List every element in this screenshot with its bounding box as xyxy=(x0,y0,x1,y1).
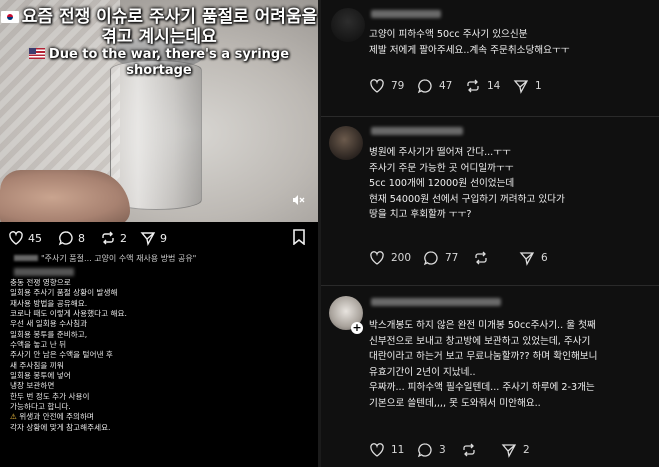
like-count: 200 xyxy=(391,252,412,264)
send-icon xyxy=(513,80,529,94)
repost-icon xyxy=(463,443,475,457)
post-actions: 200 77 6 xyxy=(369,248,649,268)
repost-icon xyxy=(102,231,114,245)
bookmark-icon[interactable] xyxy=(292,229,306,245)
body-line: 우선 새 일회용 수사침과 xyxy=(10,319,88,329)
like-button[interactable]: 45 xyxy=(8,224,42,252)
blurred-author-name xyxy=(14,268,74,276)
follow-plus-icon[interactable]: + xyxy=(351,322,363,334)
video-caption-english: Due to the war, there's a syringe shorta… xyxy=(0,47,318,79)
comment-button[interactable]: 3 xyxy=(417,440,446,460)
heart-icon xyxy=(9,231,23,245)
repost-icon xyxy=(467,79,479,93)
repost-button[interactable] xyxy=(473,248,495,268)
repost-icon xyxy=(475,251,487,265)
korea-flag-icon xyxy=(0,11,19,23)
share-count: 2 xyxy=(523,444,530,456)
body-line: 가능하다고 합니다. xyxy=(10,402,71,412)
post-body: 충동 전쟁 영향으로 일회용 주사기 품절 상황이 발생해 재사용 방법을 공유… xyxy=(10,278,310,433)
video-caption-korean: 요즘 전쟁 이슈로 주사기 품절로 어려움을 겪고 계시는데요 xyxy=(0,7,318,47)
comment-count: 8 xyxy=(78,231,85,245)
body-line: 재사용 방법을 공유해요. xyxy=(10,298,88,308)
body-line: 주사기 안 남은 수액을 털어낸 후 xyxy=(10,350,113,360)
comment-count: 47 xyxy=(439,80,453,92)
send-icon xyxy=(140,232,156,246)
post-actions: 11 3 2 xyxy=(369,440,649,460)
comment-post: + 박스개봉도 하지 않은 완전 미개봉 50cc주사기.. 울 첫째 신부전으… xyxy=(321,286,659,467)
speaker-muted-icon[interactable] xyxy=(290,193,306,209)
share-button[interactable]: 1 xyxy=(513,76,542,96)
syringe-image xyxy=(110,60,202,210)
share-count: 9 xyxy=(160,231,167,245)
reply-preview[interactable]: "주사기 품절... 고양이 수액 재사용 방법 공유" xyxy=(14,251,304,265)
comment-post: 병원에 주사기가 떨어져 간다...ㅜㅜ 주사기 주문 가능한 곳 어디일까ㅜㅜ… xyxy=(321,118,659,286)
comment-icon xyxy=(423,251,438,266)
body-line: 코로나 때도 이렇게 사용했다고 해요. xyxy=(10,309,127,319)
send-icon xyxy=(519,252,535,266)
body-line: 충동 전쟁 영향으로 xyxy=(10,278,71,287)
like-button[interactable]: 200 xyxy=(369,248,411,268)
blurred-username xyxy=(371,298,501,306)
repost-count: 14 xyxy=(487,80,501,92)
blurred-username xyxy=(371,10,441,18)
share-button[interactable]: 6 xyxy=(519,248,548,268)
post-text: 병원에 주사기가 떨어져 간다...ㅜㅜ 주사기 주문 가능한 곳 어디일까ㅜㅜ… xyxy=(369,147,565,220)
body-line: 각자 상황에 맞게 참고해주세요. xyxy=(10,422,111,432)
avatar[interactable] xyxy=(331,8,365,42)
share-count: 1 xyxy=(535,80,542,92)
post-text: 박스개봉도 하지 않은 완전 미개봉 50cc주사기.. 울 첫째 신부전으로 … xyxy=(369,320,598,409)
like-count: 45 xyxy=(28,231,42,245)
blurred-username xyxy=(371,127,463,135)
repost-count: 2 xyxy=(120,231,127,245)
hand-image xyxy=(0,170,130,222)
send-icon xyxy=(501,444,517,458)
video-player[interactable]: 요즘 전쟁 이슈로 주사기 품절로 어려움을 겪고 계시는데요 Due to t… xyxy=(0,0,318,222)
us-flag-icon xyxy=(28,48,45,59)
share-button[interactable]: 2 xyxy=(501,440,530,460)
like-button[interactable]: 11 xyxy=(369,440,404,460)
left-post-panel: 요즘 전쟁 이슈로 주사기 품절로 어려움을 겪고 계시는데요 Due to t… xyxy=(0,0,318,467)
body-line: 수액을 놓고 난 뒤 xyxy=(10,340,67,350)
heart-icon xyxy=(370,79,384,93)
comment-button[interactable]: 8 xyxy=(58,224,85,252)
body-line: ⚠ 위생과 안전에 주의하며 xyxy=(10,412,94,422)
avatar[interactable] xyxy=(329,126,363,160)
comment-icon xyxy=(417,443,432,458)
divider xyxy=(321,116,659,117)
like-button[interactable]: 79 xyxy=(369,76,404,96)
like-count: 11 xyxy=(391,444,405,456)
body-line: 냉장 보관하면 xyxy=(10,381,55,391)
body-line: 한두 번 정도 추가 사용이 xyxy=(10,391,90,401)
heart-icon xyxy=(370,443,384,457)
warning-icon: ⚠ xyxy=(10,412,17,422)
comment-count: 77 xyxy=(445,252,459,264)
post-text: 고양이 피하수액 50cc 주사기 있으신분 제발 저에게 팔아주세요..계속 … xyxy=(369,29,570,56)
repost-button[interactable]: 2 xyxy=(100,224,127,252)
comment-post: 고양이 피하수액 50cc 주사기 있으신분 제발 저에게 팔아주세요..계속 … xyxy=(321,0,659,118)
left-action-bar: 45 8 2 9 xyxy=(0,224,318,252)
comment-count: 3 xyxy=(439,444,446,456)
comment-icon xyxy=(417,79,432,94)
post-actions: 79 47 14 1 xyxy=(369,76,649,96)
body-line: 새 주사침을 끼워 xyxy=(10,360,64,370)
like-count: 79 xyxy=(391,80,405,92)
share-button[interactable]: 9 xyxy=(140,224,167,252)
reply-preview-text: "주사기 품절... 고양이 수액 재사용 방법 공유" xyxy=(41,253,197,263)
blurred-username xyxy=(14,255,38,261)
right-comments-panel: 고양이 피하수액 50cc 주사기 있으신분 제발 저에게 팔아주세요..계속 … xyxy=(321,0,659,467)
share-count: 6 xyxy=(541,252,548,264)
repost-button[interactable]: 14 xyxy=(465,76,500,96)
body-line: 일회용 봉투에 넣어 xyxy=(10,371,71,381)
comment-icon xyxy=(58,231,73,246)
body-line: 일회용 주사기 품절 상황이 발생해 xyxy=(10,288,118,298)
comment-button[interactable]: 47 xyxy=(417,76,452,96)
body-line: 일회용 봉투를 준비하고, xyxy=(10,329,88,339)
comment-button[interactable]: 77 xyxy=(423,248,458,268)
heart-icon xyxy=(370,251,384,265)
repost-button[interactable] xyxy=(461,440,483,460)
